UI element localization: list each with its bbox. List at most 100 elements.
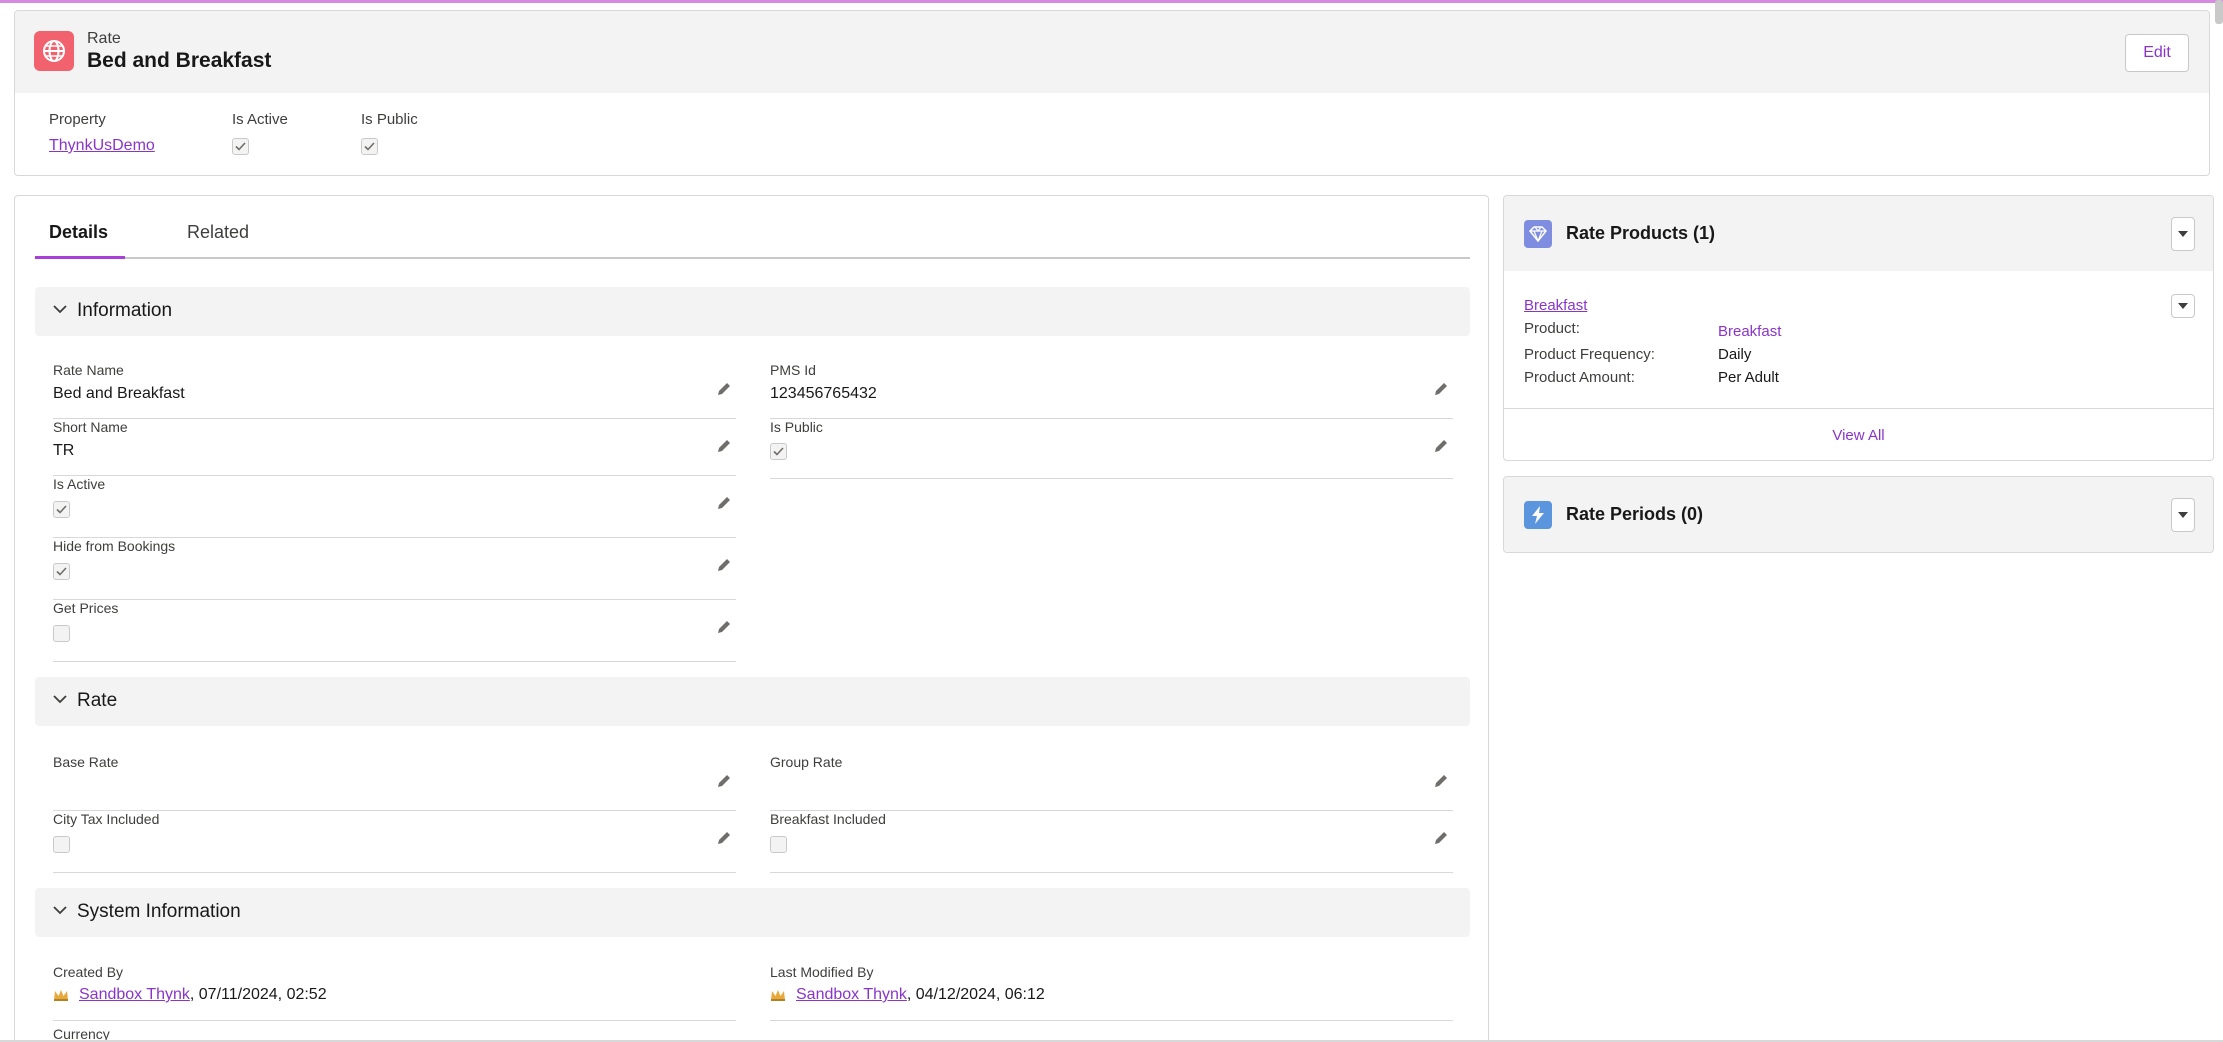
modified-by-value: Sandbox Thynk , 04/12/2024, 06:12 [770,986,1045,1004]
product-frequency-label: Product Frequency: [1524,346,1655,363]
scrollbar-thumb[interactable] [2215,0,2223,24]
rate-product-item-menu-button[interactable] [2171,294,2195,318]
field-label: Rate Name [53,362,124,378]
highlight-is-public: Is Public [361,111,418,155]
record-header-top: Rate Bed and Breakfast Edit [15,11,2209,93]
lightning-icon [1524,501,1552,529]
rate-product-item-link[interactable]: Breakfast [1524,297,1587,314]
field-get-prices: Get Prices [53,600,736,662]
field-rate-name: Rate Name Bed and Breakfast [53,362,736,419]
field-group-rate: Group Rate [770,754,1453,811]
tab-bar: Details Related [35,196,1470,259]
caret-down-icon [2178,303,2188,309]
tab-related[interactable]: Related [187,222,249,243]
field-label: Breakfast Included [770,811,886,827]
rate-products-panel: Rate Products (1) Breakfast Product: Bre… [1503,195,2214,461]
caret-down-icon [2178,231,2188,237]
chevron-down-icon [53,906,67,915]
created-by-value: Sandbox Thynk , 07/11/2024, 02:52 [53,986,327,1004]
rate-products-title[interactable]: Rate Products (1) [1566,223,1715,244]
is-active-checkbox [232,138,249,155]
section-information[interactable]: Information [35,287,1470,336]
field-last-modified-by: Last Modified By Sandbox Thynk , 04/12/2… [770,964,1453,1021]
section-title: System Information [77,901,241,922]
field-label: Get Prices [53,600,119,616]
product-label: Product: [1524,320,1580,337]
top-accent-line [0,0,2223,3]
property-link[interactable]: ThynkUsDemo [49,137,155,155]
chevron-down-icon [53,695,67,704]
field-label: Last Modified By [770,964,874,980]
pencil-icon[interactable] [716,773,732,789]
product-amount-value: Per Adult [1718,369,1779,386]
field-label: City Tax Included [53,811,160,827]
is-public-checkbox [361,138,378,155]
product-value-link[interactable]: Breakfast [1718,323,1781,340]
pencil-icon[interactable] [716,495,732,511]
view-all-link[interactable]: View All [1504,427,2213,444]
pencil-icon[interactable] [716,557,732,573]
field-label: Hide from Bookings [53,538,176,554]
field-short-name: Short Name TR [53,419,736,476]
record-type: Rate [87,30,121,47]
section-rate[interactable]: Rate [35,677,1470,726]
field-label: Created By [53,964,124,980]
section-title: Rate [77,690,118,711]
product-amount-label: Product Amount: [1524,369,1635,386]
created-by-user-link[interactable]: Sandbox Thynk [79,986,190,1004]
field-label: PMS Id [770,362,816,378]
field-value: Bed and Breakfast [53,385,185,402]
crown-icon [771,990,785,1001]
highlight-property: Property ThynkUsDemo [49,111,155,155]
rate-periods-title[interactable]: Rate Periods (0) [1566,504,1703,525]
rate-products-menu-button[interactable] [2171,217,2195,251]
property-label: Property [49,111,106,128]
field-pms-id: PMS Id 123456765432 [770,362,1453,419]
record-header: Rate Bed and Breakfast Edit Property Thy… [14,10,2210,176]
details-card: Details Related Information Rate Name Be… [14,195,1489,1042]
pencil-icon[interactable] [1433,381,1449,397]
field-label: Is Public [770,419,823,435]
field-base-rate: Base Rate [53,754,736,811]
pencil-icon[interactable] [716,619,732,635]
modified-by-user-link[interactable]: Sandbox Thynk [796,986,907,1004]
pencil-icon[interactable] [716,830,732,846]
tab-details[interactable]: Details [49,222,108,243]
field-label: Is Active [53,476,106,492]
field-city-tax-included: City Tax Included [53,811,736,873]
rate-products-header: Rate Products (1) [1504,196,2213,271]
globe-icon [34,31,74,71]
field-breakfast-included: Breakfast Included [770,811,1453,873]
field-label: Short Name [53,419,128,435]
rate-periods-header: Rate Periods (0) [1504,477,2213,552]
field-label: Base Rate [53,754,119,770]
rate-periods-menu-button[interactable] [2171,498,2195,532]
gem-icon [1524,220,1552,248]
is-active-checkbox [53,501,70,518]
field-value: 123456765432 [770,385,877,402]
section-system-information[interactable]: System Information [35,888,1470,937]
highlight-is-active: Is Active [232,111,288,155]
chevron-down-icon [53,305,67,314]
page-title: Bed and Breakfast [87,49,272,72]
pencil-icon[interactable] [1433,438,1449,454]
breakfast-checkbox [770,836,787,853]
edit-button[interactable]: Edit [2125,34,2189,72]
is-public-checkbox [770,443,787,460]
is-public-label: Is Public [361,111,418,128]
pencil-icon[interactable] [716,438,732,454]
created-by-date: , 07/11/2024, 02:52 [189,986,327,1003]
active-tab-indicator [35,256,125,259]
modified-by-date: , 04/12/2024, 06:12 [906,986,1045,1003]
divider [1504,408,2213,409]
caret-down-icon [2178,512,2188,518]
is-active-label: Is Active [232,111,288,128]
hide-from-bookings-checkbox [53,563,70,580]
pencil-icon[interactable] [716,381,732,397]
field-hide-from-bookings: Hide from Bookings [53,538,736,600]
pencil-icon[interactable] [1433,773,1449,789]
pencil-icon[interactable] [1433,830,1449,846]
crown-icon [54,990,68,1001]
get-prices-checkbox [53,625,70,642]
field-is-active: Is Active [53,476,736,538]
